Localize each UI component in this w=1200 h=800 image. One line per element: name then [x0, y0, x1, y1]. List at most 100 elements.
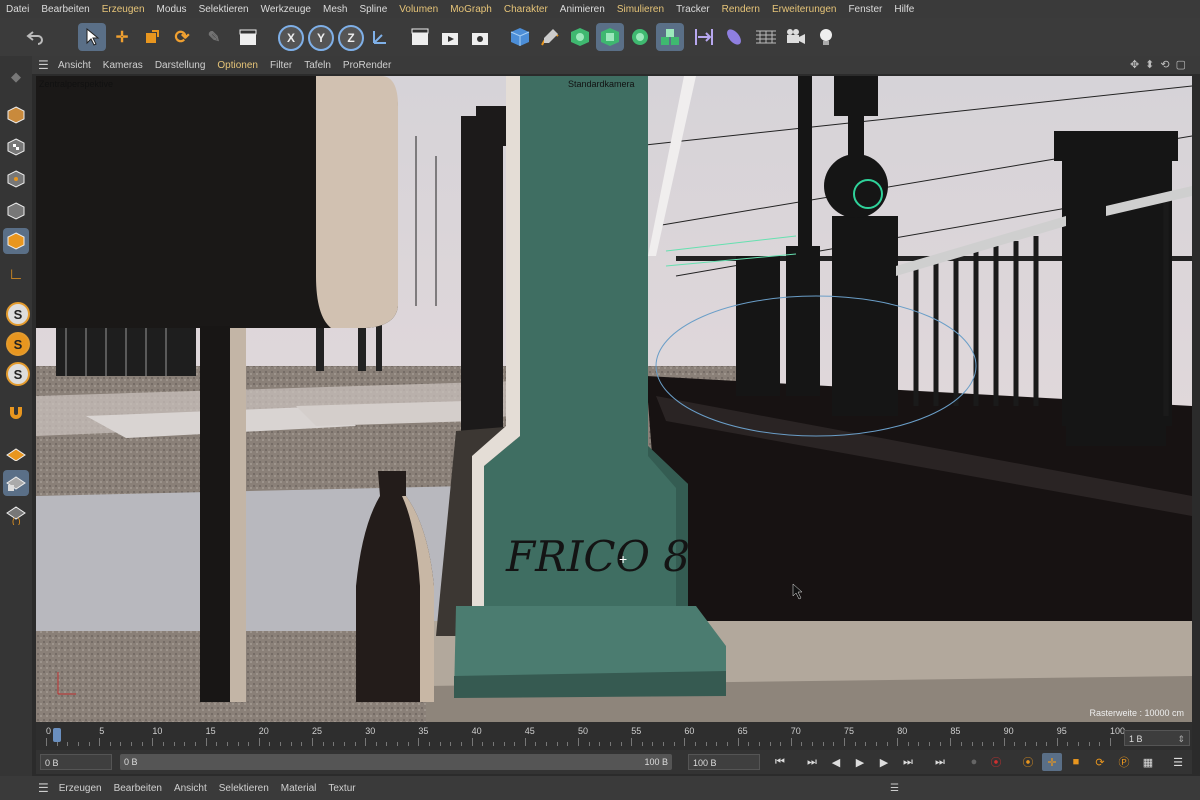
material-menu-hamburger-icon[interactable]: ☰	[38, 781, 49, 795]
edge-mode-icon[interactable]	[3, 198, 29, 224]
material-menu-material[interactable]: Material	[275, 783, 323, 794]
menu-simulieren[interactable]: Simulieren	[611, 4, 670, 15]
cube-primitive-icon[interactable]	[506, 23, 534, 51]
render-view-icon[interactable]	[406, 23, 434, 51]
key-rotation-icon[interactable]: ⟳	[1090, 753, 1110, 771]
menu-selektieren[interactable]: Selektieren	[193, 4, 255, 15]
floor-environment-icon[interactable]	[752, 23, 780, 51]
timeline-ruler[interactable]: 0 5 10 15 20 25 30 35 40 45 50 55 60 65 70 75 80 85 90 95 10…	[36, 722, 1192, 750]
menu-rendern[interactable]: Rendern	[716, 4, 766, 15]
undo-icon[interactable]	[8, 23, 62, 51]
cloner-icon[interactable]	[626, 23, 654, 51]
menu-datei[interactable]: Datei	[0, 4, 35, 15]
start-frame-field[interactable]: 0 B	[40, 754, 112, 770]
menu-fenster[interactable]: Fenster	[842, 4, 888, 15]
camera-icon[interactable]	[782, 23, 810, 51]
material-menu-ansicht[interactable]: Ansicht	[168, 783, 213, 794]
material-menu-bearbeiten[interactable]: Bearbeiten	[108, 783, 168, 794]
menu-erweiterungen[interactable]: Erweiterungen	[766, 4, 842, 15]
snap-settings-icon[interactable]: S	[6, 332, 30, 356]
view-menu-darstellung[interactable]: Darstellung	[149, 60, 212, 71]
autokey-icon[interactable]: ⦿	[986, 753, 1006, 771]
keyframe-selection-icon[interactable]: ⦿	[1018, 753, 1038, 771]
snap-icon[interactable]: S	[6, 302, 30, 326]
locked-workplane-icon[interactable]	[3, 470, 29, 496]
scale-tool-icon[interactable]	[138, 23, 166, 51]
pen-spline-icon[interactable]	[536, 23, 564, 51]
end-frame-field[interactable]: 100 B	[688, 754, 760, 770]
timeline-tick-mark	[407, 742, 409, 746]
3d-viewport[interactable]: FRICO 8 + Zentralperspektive Standardkam…	[36, 76, 1192, 722]
next-key-icon[interactable]: ⏭	[898, 753, 918, 771]
deformer-icon[interactable]	[690, 23, 718, 51]
material-menu-textur[interactable]: Textur	[322, 783, 361, 794]
menu-spline[interactable]: Spline	[353, 4, 393, 15]
go-to-end-icon[interactable]: ⏭	[930, 753, 950, 771]
menu-modus[interactable]: Modus	[151, 4, 193, 15]
axis-z-button[interactable]: Z	[338, 25, 364, 51]
menu-animieren[interactable]: Animieren	[554, 4, 611, 15]
coordinate-system-icon[interactable]	[366, 23, 394, 51]
previous-frame-icon[interactable]: ◀	[826, 753, 846, 771]
previous-key-icon[interactable]: ⏭	[802, 753, 822, 771]
light-bulb-icon[interactable]	[812, 23, 840, 51]
magnet-icon[interactable]	[3, 400, 29, 426]
key-parameter-icon[interactable]: Ⓟ	[1114, 753, 1134, 771]
field-capsule-icon[interactable]	[720, 23, 748, 51]
move-tool-icon[interactable]: ✛	[108, 23, 136, 51]
menu-tracker[interactable]: Tracker	[670, 4, 716, 15]
axis-mode-icon[interactable]: ∟	[3, 262, 29, 288]
view-menu-kameras[interactable]: Kameras	[97, 60, 149, 71]
generator-array-icon[interactable]	[596, 23, 624, 51]
rotate-tool-icon[interactable]: ⟳	[168, 23, 196, 51]
timeline-menu-icon[interactable]: ☰	[1168, 753, 1188, 771]
menu-charakter[interactable]: Charakter	[498, 4, 554, 15]
play-icon[interactable]: ▶	[850, 753, 870, 771]
go-to-start-icon[interactable]: ⏮	[770, 753, 790, 771]
menu-erzeugen[interactable]: Erzeugen	[96, 4, 151, 15]
menu-mesh[interactable]: Mesh	[317, 4, 353, 15]
next-frame-icon[interactable]: ▶	[874, 753, 894, 771]
workplane-icon[interactable]	[3, 440, 29, 466]
clapper-icon[interactable]	[234, 23, 262, 51]
menu-werkzeuge[interactable]: Werkzeuge	[255, 4, 317, 15]
quantize-icon[interactable]: S	[6, 362, 30, 386]
record-icon[interactable]: ●	[964, 753, 984, 771]
hamburger-menu-icon[interactable]: ☰	[38, 58, 52, 72]
key-position-icon[interactable]: ✛	[1042, 753, 1062, 771]
frame-range-slider[interactable]: 0 B 100 B	[120, 754, 672, 770]
mograph-cubes-icon[interactable]	[656, 23, 684, 51]
axis-x-button[interactable]: X	[278, 25, 304, 51]
planar-workplane-icon[interactable]: ( )	[3, 502, 29, 528]
viewport-navigation-icons[interactable]: ✥⬍⟲▢	[1130, 58, 1192, 71]
material-menu-erzeugen[interactable]: Erzeugen	[53, 783, 108, 794]
polygon-mode-icon[interactable]	[3, 228, 29, 254]
menu-volumen[interactable]: Volumen	[393, 4, 444, 15]
point-mode-icon[interactable]	[3, 166, 29, 192]
texture-mode-icon[interactable]	[3, 134, 29, 160]
axis-y-button[interactable]: Y	[308, 25, 334, 51]
model-mode-icon[interactable]	[3, 102, 29, 128]
material-menu-selektieren[interactable]: Selektieren	[213, 783, 275, 794]
cursor-select-icon[interactable]	[78, 23, 106, 51]
timeline-playhead[interactable]	[53, 728, 61, 742]
view-menu-tafeln[interactable]: Tafeln	[298, 60, 337, 71]
menu-hilfe[interactable]: Hilfe	[888, 4, 920, 15]
brush-tool-icon[interactable]: ✎	[200, 23, 228, 51]
stepper-icon[interactable]: ⇕	[1177, 731, 1185, 747]
make-editable-icon[interactable]: ◆	[3, 64, 29, 90]
menu-bearbeiten[interactable]: Bearbeiten	[35, 4, 95, 15]
render-picture-viewer-icon[interactable]	[436, 23, 464, 51]
view-menu-ansicht[interactable]: Ansicht	[52, 60, 97, 71]
view-menu-filter[interactable]: Filter	[264, 60, 298, 71]
frame-rate-field[interactable]: 1 B ⇕	[1124, 730, 1190, 746]
camera-label[interactable]: Standardkamera	[568, 79, 635, 89]
key-scale-icon[interactable]: ■	[1066, 753, 1086, 771]
key-pla-icon[interactable]: ▦	[1138, 753, 1158, 771]
attributes-menu-icon[interactable]: ☰	[890, 783, 899, 794]
render-settings-icon[interactable]	[466, 23, 494, 51]
view-menu-prorender[interactable]: ProRender	[337, 60, 397, 71]
view-menu-optionen[interactable]: Optionen	[211, 60, 264, 71]
subdivision-surface-icon[interactable]	[566, 23, 594, 51]
menu-mograph[interactable]: MoGraph	[444, 4, 498, 15]
